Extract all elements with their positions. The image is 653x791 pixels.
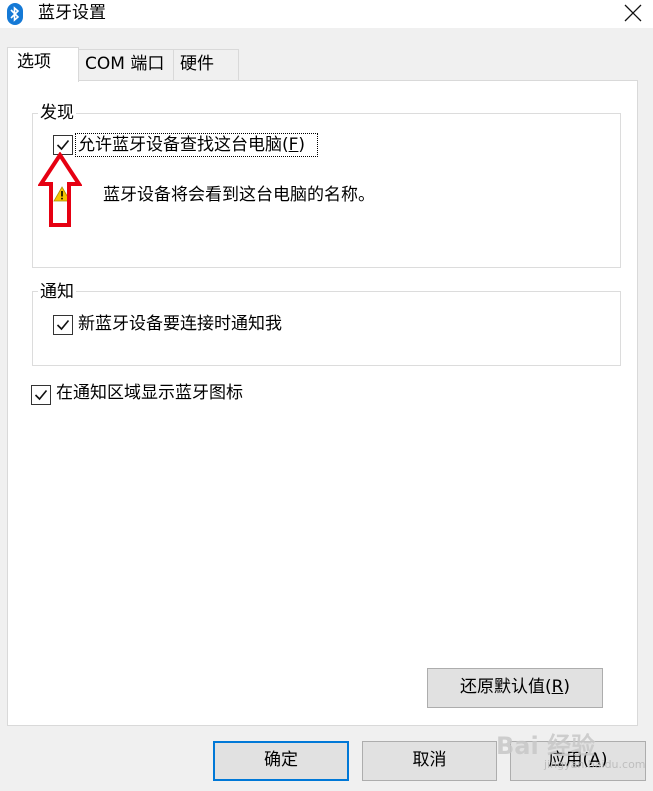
notify-connect-label[interactable]: 新蓝牙设备要连接时通知我 — [78, 314, 282, 334]
discovery-info-text: 蓝牙设备将会看到这台电脑的名称。 — [103, 185, 375, 205]
options-tab-panel: 发现 允许蓝牙设备查找这台电脑(F) 蓝牙设备将会看到这台电脑的名称。 通知 新… — [7, 80, 638, 726]
tab-options-label: 选项 — [17, 52, 51, 72]
tab-com-ports[interactable]: COM 端口 — [78, 49, 174, 81]
window-title: 蓝牙设置 — [38, 3, 106, 23]
tab-com-ports-label: COM 端口 — [85, 54, 165, 74]
show-tray-icon-label[interactable]: 在通知区域显示蓝牙图标 — [56, 383, 243, 403]
allow-discovery-label[interactable]: 允许蓝牙设备查找这台电脑(F) — [78, 135, 305, 155]
show-tray-icon-checkbox[interactable] — [31, 385, 51, 405]
notify-connect-checkbox[interactable] — [53, 315, 73, 335]
tab-hardware[interactable]: 硬件 — [173, 49, 239, 81]
tab-options[interactable]: 选项 — [7, 47, 79, 82]
tab-hardware-label: 硬件 — [180, 54, 214, 74]
watermark: Bai 经验 jingyan.baidu.com — [496, 726, 646, 782]
notification-group-label: 通知 — [38, 282, 76, 302]
restore-defaults-button[interactable]: 还原默认值(R) — [427, 668, 603, 708]
title-bar: 蓝牙设置 — [0, 0, 653, 28]
watermark-subtext: jingyan.baidu.com — [544, 758, 646, 771]
discovery-group-label: 发现 — [38, 103, 76, 123]
annotation-up-arrow — [38, 152, 82, 227]
checkmark-icon — [56, 319, 70, 331]
close-button[interactable] — [612, 0, 653, 28]
watermark-text: Bai 经验 — [496, 732, 596, 760]
close-icon — [624, 4, 642, 22]
checkmark-icon — [34, 389, 48, 401]
ok-button[interactable]: 确定 — [213, 741, 349, 781]
bluetooth-icon — [7, 3, 23, 25]
checkmark-icon — [56, 139, 70, 151]
cancel-button[interactable]: 取消 — [362, 741, 497, 781]
